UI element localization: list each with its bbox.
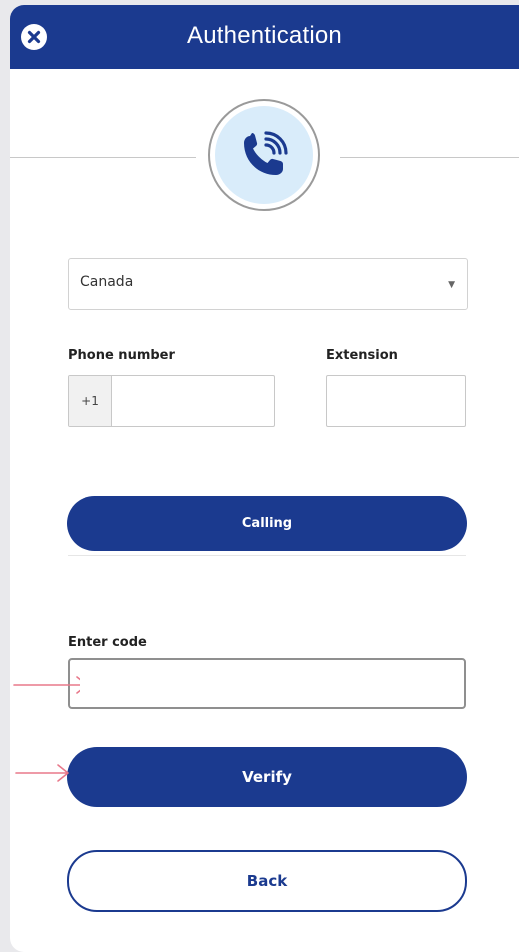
phone-number-input[interactable] xyxy=(112,376,274,426)
country-select-value: Canada xyxy=(80,274,134,290)
back-button[interactable]: Back xyxy=(67,850,467,912)
page-title: Authentication xyxy=(187,22,342,49)
extension-label: Extension xyxy=(326,348,398,363)
enter-code-label: Enter code xyxy=(68,635,147,650)
verify-button[interactable]: Verify xyxy=(67,747,467,807)
code-input[interactable] xyxy=(68,658,466,709)
hero-divider-right xyxy=(340,157,519,158)
phone-number-group: +1 xyxy=(68,375,275,427)
extension-input[interactable] xyxy=(326,375,466,427)
phone-badge-background xyxy=(215,106,313,204)
calling-divider xyxy=(68,555,466,556)
right-arrow-icon xyxy=(13,676,80,694)
app-header: Authentication xyxy=(10,5,519,69)
hero-divider-left xyxy=(10,157,196,158)
phone-number-label: Phone number xyxy=(68,348,175,363)
country-code-prefix: +1 xyxy=(69,376,112,426)
chevron-down-icon: ▼ xyxy=(448,280,455,290)
auth-screen: Authentication Canada ▼ Phone number Ext… xyxy=(10,5,519,952)
phone-badge xyxy=(208,99,320,211)
country-select[interactable]: Canada ▼ xyxy=(68,258,468,310)
phone-calling-icon xyxy=(244,131,288,175)
right-arrow-icon xyxy=(15,764,69,782)
calling-button[interactable]: Calling xyxy=(67,496,467,551)
